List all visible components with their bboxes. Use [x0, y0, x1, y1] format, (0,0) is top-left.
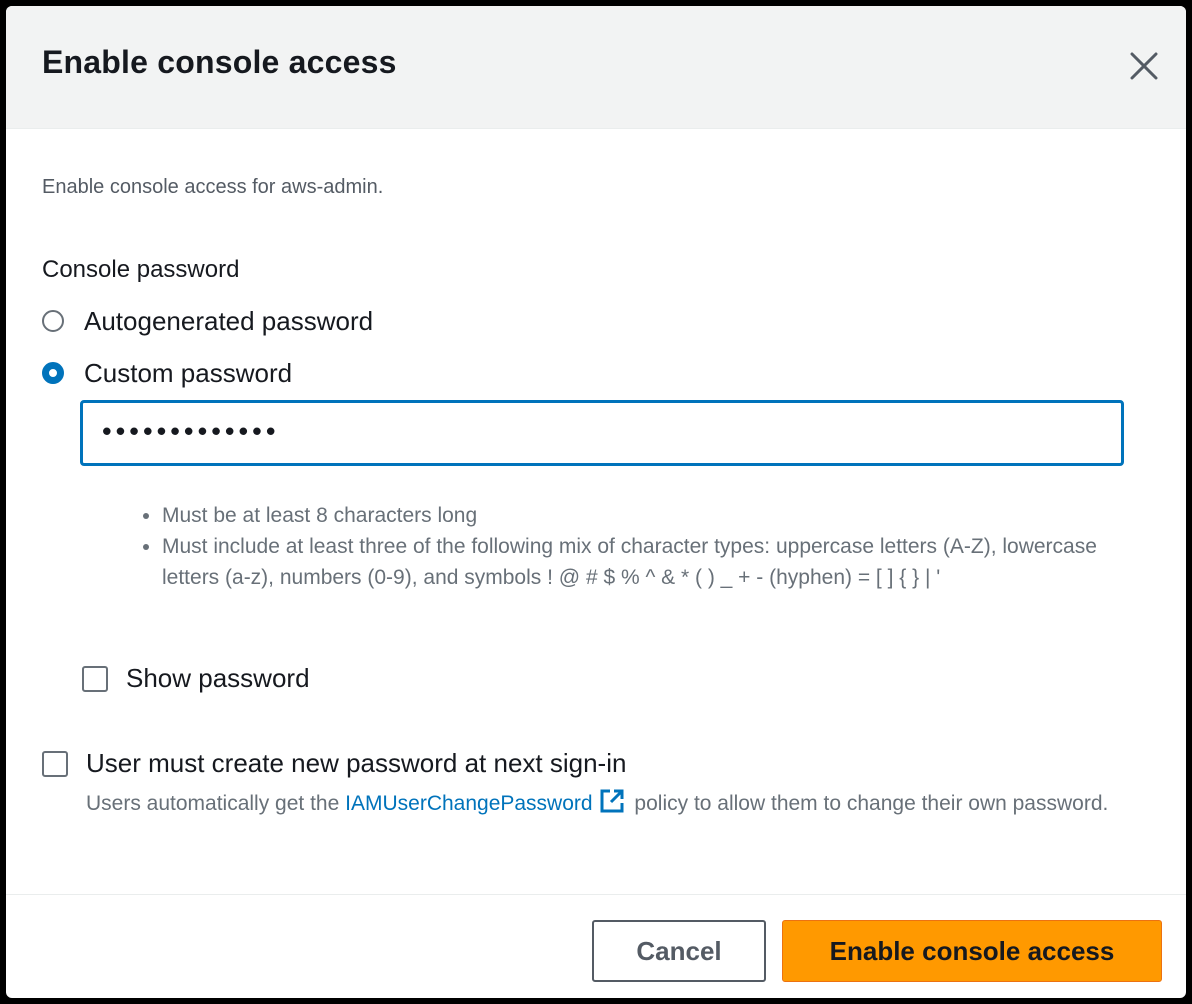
- custom-password-input[interactable]: [80, 400, 1124, 466]
- help-suffix: policy to allow them to change their own…: [634, 792, 1109, 815]
- show-password-label: Show password: [126, 663, 310, 693]
- require-reset-checkbox-row[interactable]: User must create new password at next si…: [42, 748, 626, 779]
- radio-label: Autogenerated password: [84, 305, 374, 336]
- radio-button[interactable]: [42, 310, 64, 332]
- console-password-label: Console password: [42, 256, 240, 283]
- radio-button-checked[interactable]: [42, 362, 64, 384]
- radio-autogenerated-password[interactable]: Autogenerated password: [42, 303, 373, 339]
- footer-divider: [6, 894, 1186, 895]
- require-reset-label: User must create new password at next si…: [86, 748, 627, 778]
- external-link-icon[interactable]: [599, 788, 625, 824]
- radio-custom-password[interactable]: Custom password: [42, 355, 292, 391]
- show-password-checkbox-row[interactable]: Show password: [82, 663, 310, 694]
- password-requirements: Must be at least 8 characters long Must …: [128, 500, 1152, 593]
- iam-user-change-password-link[interactable]: IAMUserChangePassword: [345, 792, 592, 815]
- close-icon: [1130, 52, 1158, 80]
- require-reset-help: Users automatically get the IAMUserChang…: [86, 788, 1166, 824]
- cancel-button[interactable]: Cancel: [592, 920, 766, 982]
- enable-console-access-modal: Enable console access Enable console acc…: [6, 6, 1186, 998]
- requirement-item: Must be at least 8 characters long: [162, 500, 1152, 531]
- modal-title: Enable console access: [42, 44, 397, 80]
- close-button[interactable]: [1124, 46, 1164, 86]
- require-reset-checkbox[interactable]: [42, 750, 68, 777]
- enable-console-access-button[interactable]: Enable console access: [782, 920, 1162, 982]
- modal-header: Enable console access: [6, 6, 1186, 129]
- modal-description: Enable console access for aws-admin.: [42, 176, 384, 198]
- show-password-checkbox[interactable]: [82, 665, 108, 692]
- radio-label: Custom password: [84, 357, 293, 388]
- help-prefix: Users automatically get the: [86, 792, 340, 815]
- requirement-item: Must include at least three of the follo…: [162, 531, 1152, 593]
